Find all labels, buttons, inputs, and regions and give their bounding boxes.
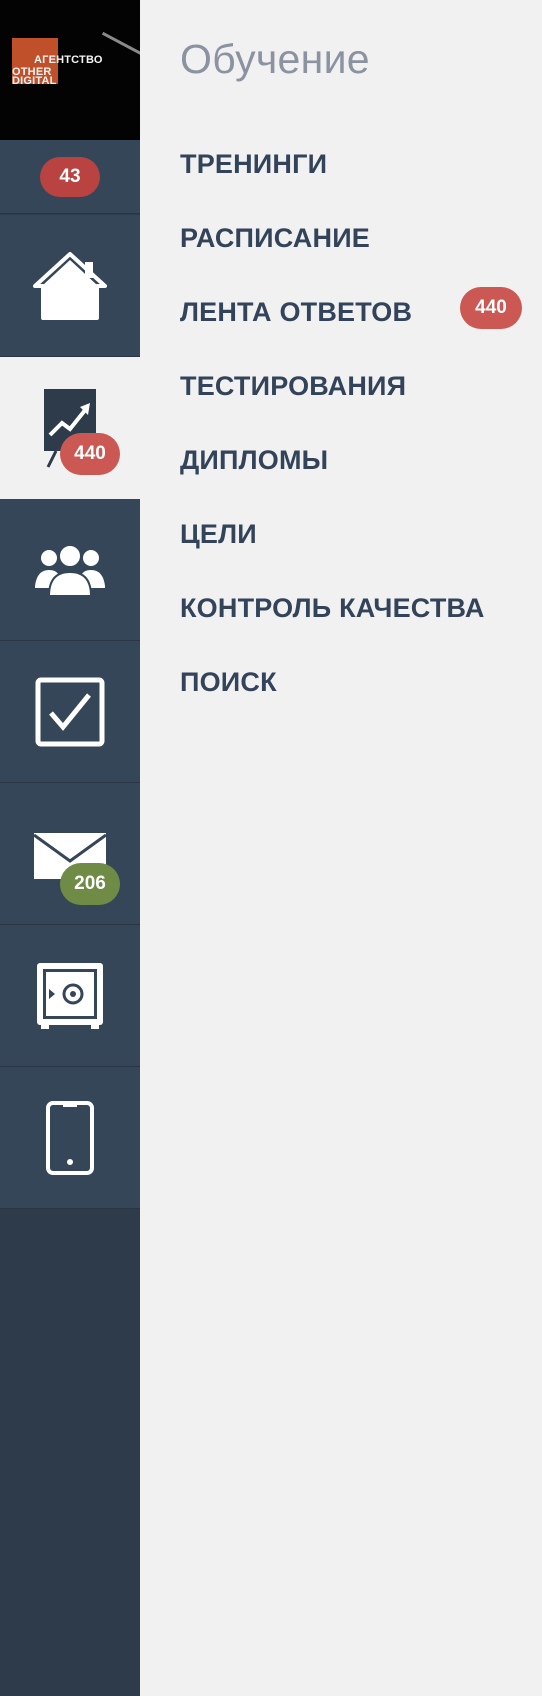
- sidebar-item-safe[interactable]: [0, 925, 140, 1067]
- sidebar-item-users[interactable]: [0, 499, 140, 641]
- logo-text-line1: АГЕНТСТВО: [34, 54, 103, 66]
- notification-counter-row[interactable]: 43: [0, 140, 140, 214]
- sidebar-item-home[interactable]: [0, 215, 140, 357]
- notification-count-badge: 43: [40, 157, 100, 197]
- logo-streak: [101, 31, 140, 56]
- menu-item-answers-feed[interactable]: ЛЕНТА ОТВЕТОВ: [180, 292, 412, 332]
- sidebar-item-messages[interactable]: 206: [0, 783, 140, 925]
- safe-icon: [37, 962, 103, 1029]
- messages-count-badge: 206: [60, 863, 120, 905]
- sidebar: АГЕНТСТВО OTHER DIGITAL 43 440 206: [0, 0, 140, 1696]
- menu-item-search[interactable]: ПОИСК: [180, 662, 277, 702]
- sidebar-item-tasks[interactable]: [0, 641, 140, 783]
- company-logo[interactable]: АГЕНТСТВО OTHER DIGITAL: [0, 0, 140, 140]
- training-count-badge: 440: [60, 433, 120, 475]
- section-menu-panel: Обучение ТРЕНИНГИ РАСПИСАНИЕ ЛЕНТА ОТВЕТ…: [140, 0, 542, 1696]
- page-title: Обучение: [180, 36, 370, 82]
- sidebar-item-mobile[interactable]: [0, 1067, 140, 1209]
- home-icon: [33, 251, 107, 320]
- answers-feed-count-badge: 440: [460, 287, 522, 329]
- menu-item-goals[interactable]: ЦЕЛИ: [180, 514, 257, 554]
- users-group-icon: [35, 543, 105, 597]
- menu-item-tests[interactable]: ТЕСТИРОВАНИЯ: [180, 366, 406, 406]
- menu-item-schedule[interactable]: РАСПИСАНИЕ: [180, 218, 370, 258]
- checkbox-icon: [35, 677, 105, 746]
- logo-text-line3: DIGITAL: [12, 75, 57, 87]
- mobile-phone-icon: [46, 1100, 94, 1175]
- sidebar-item-training[interactable]: 440: [0, 357, 140, 499]
- menu-item-quality-control[interactable]: КОНТРОЛЬ КАЧЕСТВА: [180, 588, 485, 628]
- menu-item-diplomas[interactable]: ДИПЛОМЫ: [180, 440, 328, 480]
- menu-item-trainings[interactable]: ТРЕНИНГИ: [180, 144, 327, 184]
